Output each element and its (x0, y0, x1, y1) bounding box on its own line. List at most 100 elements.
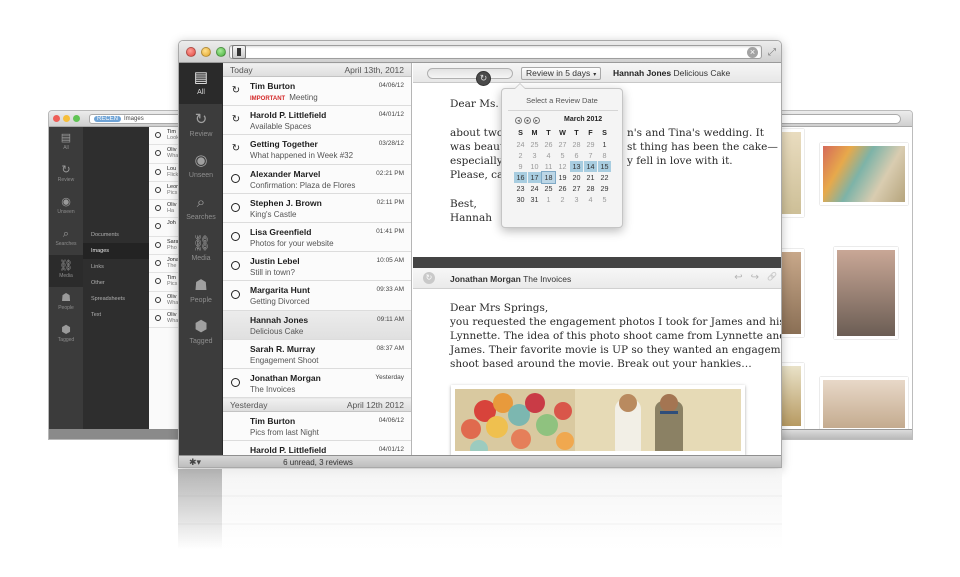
calendar-day[interactable]: 1 (542, 194, 555, 205)
sidebar-item-tagged[interactable]: ⬢ Tagged (49, 319, 83, 351)
calendar-day[interactable]: 8 (598, 150, 611, 161)
sidebar-item-people[interactable]: ☗ People (179, 271, 223, 312)
photo-thumbnail[interactable] (834, 247, 898, 339)
message-row[interactable]: Tim Burton Pics from last Night 04/06/12 (223, 412, 411, 442)
review-loop-icon[interactable]: ↻ (423, 272, 435, 284)
sidebar-item-all[interactable]: ▤ All (49, 127, 83, 159)
calendar-day[interactable]: 14 (584, 161, 597, 172)
calendar-day[interactable]: 3 (570, 194, 583, 205)
calendar-day[interactable]: 31 (528, 194, 541, 205)
calendar-day[interactable]: 28 (570, 139, 583, 150)
sublist-item-images[interactable]: Images (83, 243, 149, 259)
review-loop-icon[interactable]: ↻ (476, 71, 491, 86)
search-input[interactable] (229, 45, 762, 59)
calendar-day[interactable]: 4 (584, 194, 597, 205)
sidebar-item-review[interactable]: ↻ Review (49, 159, 83, 191)
calendar-day[interactable]: 17 (528, 172, 541, 183)
calendar-day[interactable]: 2 (514, 150, 527, 161)
review-slider[interactable]: ↻ (427, 68, 513, 86)
message-row[interactable]: Jonathan Morgan The Invoices Yesterday (223, 369, 411, 399)
sidebar-item-media[interactable]: ⛓ Media (49, 255, 83, 287)
previous-month-icon[interactable]: ◂ (515, 117, 522, 124)
close-light-icon[interactable] (53, 115, 60, 122)
calendar-day[interactable]: 5 (556, 150, 569, 161)
calendar-day[interactable]: 13 (570, 161, 583, 172)
calendar-day[interactable]: 25 (542, 183, 555, 194)
photo-thumbnail[interactable] (820, 377, 908, 431)
message-row[interactable]: Margarita Hunt Getting Divorced 09:33 AM (223, 281, 411, 311)
minimize-light-icon[interactable] (201, 47, 211, 57)
photo-thumbnail[interactable] (820, 143, 908, 205)
calendar-day[interactable]: 7 (584, 150, 597, 161)
sidebar-item-review[interactable]: ↻ Review (179, 105, 223, 146)
calendar-day[interactable]: 29 (584, 139, 597, 150)
calendar-day[interactable]: 11 (542, 161, 555, 172)
calendar-day[interactable]: 27 (570, 183, 583, 194)
current-month-icon[interactable]: ● (524, 117, 531, 124)
sublist-item-text[interactable]: Text (83, 307, 149, 323)
sidebar-item-unseen[interactable]: ◉ Unseen (49, 191, 83, 223)
message-row[interactable]: Sarah R. Murray Engagement Shoot 08:37 AM (223, 339, 411, 369)
message-row[interactable]: Hannah Jones Delicious Cake 09:11 AM (223, 310, 411, 340)
message-row[interactable]: Justin Lebel Still in town? 10:05 AM (223, 252, 411, 282)
calendar-day[interactable]: 16 (514, 172, 527, 183)
message-row[interactable]: ↻ Tim Burton IMPORTANT Meeting 04/06/12 (223, 77, 411, 107)
calendar-day[interactable]: 27 (556, 139, 569, 150)
calendar-day[interactable]: 15 (598, 161, 611, 172)
calendar-day[interactable]: 1 (598, 139, 611, 150)
sidebar-item-searches[interactable]: ⌕ Searches (179, 188, 223, 229)
sublist-item-other[interactable]: Other (83, 275, 149, 291)
sublist-item-spreadsheets[interactable]: Spreadsheets (83, 291, 149, 307)
message-row[interactable]: ↻ Harold P. Littlefield Available Spaces 04… (223, 106, 411, 136)
calendar-day[interactable]: 19 (556, 172, 569, 183)
forward-icon[interactable]: ↪ (751, 272, 759, 283)
calendar-day[interactable]: 22 (598, 172, 611, 183)
sidebar-item-people[interactable]: ☗ People (49, 287, 83, 319)
calendar-day[interactable]: 2 (556, 194, 569, 205)
background-search-field[interactable] (761, 114, 901, 124)
calendar-day[interactable]: 6 (570, 150, 583, 161)
calendar-day[interactable]: 25 (528, 139, 541, 150)
sidebar-item-tagged[interactable]: ⬢ Tagged (179, 312, 223, 353)
calendar-day[interactable]: 26 (542, 139, 555, 150)
attachment-icon[interactable]: 🔗 (767, 272, 777, 283)
calendar-day[interactable]: 26 (556, 183, 569, 194)
calendar-day[interactable]: 12 (556, 161, 569, 172)
calendar-day[interactable]: 23 (514, 183, 527, 194)
calendar-day[interactable]: 10 (528, 161, 541, 172)
engagement-photo[interactable] (451, 385, 745, 455)
sidebar-item-media[interactable]: ⛓ Media (179, 229, 223, 270)
sidebar-item-all[interactable]: ▤ All (179, 63, 223, 104)
review-date-button[interactable]: Review in 5 days ▾ (521, 67, 602, 80)
message-row[interactable]: Lisa Greenfield Photos for your website 01… (223, 223, 411, 253)
calendar-day[interactable]: 29 (598, 183, 611, 194)
calendar-day[interactable]: 9 (514, 161, 527, 172)
calendar-day[interactable]: 24 (528, 183, 541, 194)
calendar-day[interactable]: 18 (541, 171, 556, 184)
calendar-day[interactable]: 30 (514, 194, 527, 205)
message-row[interactable]: Alexander Marvel Confirmation: Plaza de F… (223, 164, 411, 194)
reply-icon[interactable]: ↩ (734, 272, 742, 283)
calendar-day[interactable]: 5 (598, 194, 611, 205)
calendar-day[interactable]: 4 (542, 150, 555, 161)
sublist-item-links[interactable]: Links (83, 259, 149, 275)
minimize-light-icon[interactable] (63, 115, 70, 122)
zoom-light-icon[interactable] (216, 47, 226, 57)
calendar-day[interactable]: 28 (584, 183, 597, 194)
next-month-icon[interactable]: ▸ (533, 117, 540, 124)
bookmark-icon[interactable] (232, 45, 246, 59)
calendar-day[interactable]: 3 (528, 150, 541, 161)
calendar-day[interactable]: 24 (514, 139, 527, 150)
calendar-day[interactable]: 20 (570, 172, 583, 183)
zoom-light-icon[interactable] (73, 115, 80, 122)
close-light-icon[interactable] (186, 47, 196, 57)
message-row[interactable]: ↻ Getting Together What happened in Week #… (223, 135, 411, 165)
message-row[interactable]: Harold P. Littlefield 04/01/12 (223, 441, 411, 455)
calendar-day[interactable]: 21 (584, 172, 597, 183)
sidebar-item-searches[interactable]: ⌕ Searches (49, 223, 83, 255)
clear-search-icon[interactable]: × (747, 47, 758, 58)
sublist-item-documents[interactable]: Documents (83, 227, 149, 243)
message-row[interactable]: Stephen J. Brown King's Castle 02:11 PM (223, 193, 411, 223)
gear-icon[interactable]: ✱▾ (189, 457, 201, 467)
fullscreen-icon[interactable]: ⤢ (766, 47, 778, 58)
